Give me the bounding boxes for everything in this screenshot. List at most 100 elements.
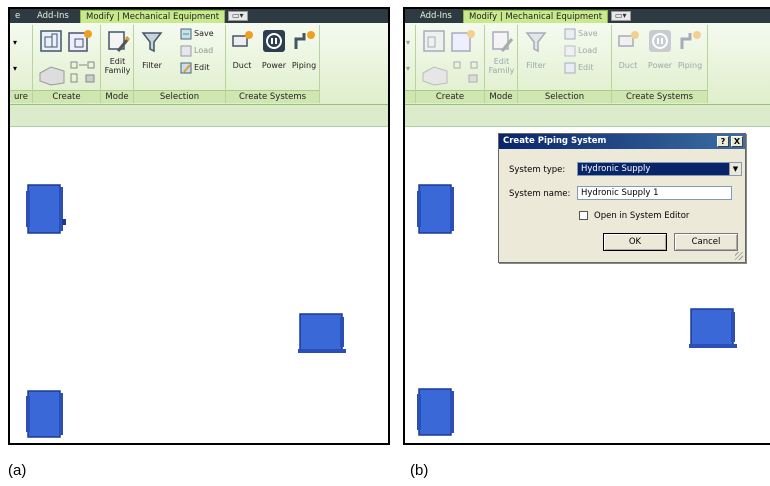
load-selection-icon [180, 45, 192, 57]
piping-button[interactable]: Piping [288, 61, 320, 70]
ok-button[interactable]: OK [603, 233, 667, 251]
power-system-icon [263, 30, 285, 52]
caption-a: (a) [8, 462, 27, 479]
tab-add-ins[interactable]: Add-Ins [32, 10, 74, 23]
system-name-label: System name: [509, 189, 571, 199]
group-mode: Edit Family Mode [485, 25, 518, 103]
dialog-title: Create Piping System [503, 136, 607, 146]
close-button[interactable]: X [731, 136, 743, 147]
ribbon-tab-bar: Add-Ins Modify | Mechanical Equipment ▭▾ [405, 9, 770, 23]
filter-button: Filter [526, 61, 546, 70]
duct-button: Duct [618, 61, 638, 70]
edit-selection-button[interactable]: Edit [194, 63, 210, 72]
options-bar [405, 105, 770, 127]
create-parts-icon[interactable] [37, 63, 67, 87]
piping-system-icon [680, 31, 701, 49]
edit-family-label-1: Edit [493, 57, 510, 66]
system-type-value: Hydronic Supply [581, 164, 651, 174]
chevron-down-icon[interactable]: ▼ [729, 163, 741, 175]
filter-button[interactable]: Filter [134, 61, 170, 70]
dropdown-arrows-icon[interactable]: ▾▾ [12, 37, 22, 77]
open-in-system-editor-label: Open in System Editor [594, 211, 690, 221]
group-label-create: Create [33, 90, 100, 103]
tab-modify-mechanical-equipment[interactable]: Modify | Mechanical Equipment [463, 10, 609, 23]
edit-family-icon [492, 31, 514, 52]
dropdown-arrows-icon: ▾▾ [406, 38, 410, 73]
load-selection-button: Load [578, 46, 598, 55]
group-create-systems: Duct Power Piping Create Systems [226, 25, 320, 103]
tab-add-ins[interactable]: Add-Ins [415, 10, 457, 23]
filter-icon [525, 32, 547, 53]
group-label-mode: Mode [485, 90, 517, 103]
tab-previous[interactable]: e [10, 10, 25, 23]
create-similar-icon[interactable] [39, 29, 63, 53]
group-create-systems: Duct Power Piping Create Systems [612, 25, 708, 103]
group-mode: Edit Family Mode [101, 25, 134, 103]
load-selection-button[interactable]: Load [194, 46, 213, 55]
caption-b: (b) [410, 462, 429, 479]
drawing-canvas[interactable] [10, 128, 388, 443]
ribbon-panel: ▾ ▾ ure Create Edit Family Mode Filter Sa… [10, 23, 388, 105]
edit-family-label-2: Family [488, 66, 515, 75]
dialog-title-bar[interactable]: Create Piping System ? X [499, 134, 745, 149]
mechanical-equipment-unit[interactable] [296, 311, 348, 355]
options-bar [10, 105, 388, 127]
edit-family-icon [108, 31, 130, 52]
svg-text:▾: ▾ [13, 64, 17, 73]
duct-button[interactable]: Duct [226, 61, 258, 70]
mechanical-equipment-unit[interactable] [24, 183, 68, 237]
group-label-selection: Selection [134, 90, 225, 103]
group-label-mode: Mode [101, 90, 133, 103]
filter-icon [141, 32, 163, 53]
svg-text:▾: ▾ [406, 64, 410, 73]
group-structure: ▾ ▾ [405, 25, 416, 103]
load-selection-icon [564, 45, 576, 57]
create-group-icon[interactable] [67, 29, 93, 53]
create-assembly-icon[interactable] [69, 59, 97, 85]
resize-grip-icon[interactable] [735, 252, 743, 260]
revit-window-b: Add-Ins Modify | Mechanical Equipment ▭▾… [403, 7, 770, 445]
group-create: Create [33, 25, 101, 103]
help-button[interactable]: ? [717, 136, 729, 147]
system-type-select[interactable]: Hydronic Supply ▼ [577, 162, 742, 176]
mechanical-equipment-unit[interactable] [24, 388, 68, 440]
power-button[interactable]: Power [258, 61, 290, 70]
edit-family-button[interactable]: Edit Family [101, 57, 134, 75]
mechanical-equipment-unit[interactable] [415, 183, 459, 237]
create-piping-system-dialog: Create Piping System ? X System type: Hy… [498, 133, 746, 263]
power-button: Power [647, 61, 673, 70]
group-label-create: Create [416, 90, 484, 103]
save-selection-button[interactable]: Save [194, 29, 214, 38]
group-label-selection: Selection [518, 90, 611, 103]
mechanical-equipment-unit[interactable] [415, 386, 459, 438]
group-label-structure [405, 90, 415, 103]
piping-button: Piping [677, 61, 703, 70]
create-similar-icon [423, 30, 445, 52]
open-in-system-editor-checkbox[interactable] [579, 211, 588, 220]
system-type-label: System type: [509, 165, 566, 175]
mechanical-equipment-unit[interactable] [687, 306, 739, 350]
group-label-create-systems: Create Systems [612, 90, 707, 103]
duct-system-icon [618, 31, 639, 47]
edit-selection-button: Edit [578, 63, 594, 72]
cancel-button[interactable]: Cancel [674, 233, 738, 251]
edit-selection-icon [564, 62, 576, 74]
create-group-icon [451, 30, 475, 52]
edit-selection-icon [180, 62, 192, 74]
edit-family-label-2: Family [104, 66, 131, 75]
ribbon-tab-bar: e Add-Ins Modify | Mechanical Equipment … [10, 9, 388, 23]
save-selection-button: Save [578, 29, 598, 38]
group-selection: Filter Save Load Edit Selection [518, 25, 612, 103]
group-label-structure: ure [10, 90, 32, 103]
group-structure: ▾ ▾ ure [10, 25, 33, 103]
save-selection-icon [180, 28, 192, 40]
tab-modify-mechanical-equipment[interactable]: Modify | Mechanical Equipment [80, 10, 226, 23]
quick-access-dropdown[interactable]: ▭▾ [611, 11, 631, 21]
quick-access-dropdown[interactable]: ▭▾ [228, 11, 248, 21]
create-parts-icon [422, 66, 448, 86]
save-selection-icon [564, 28, 576, 40]
create-assembly-icon [453, 61, 478, 83]
system-name-input[interactable]: Hydronic Supply 1 [577, 186, 732, 200]
power-system-icon [649, 30, 671, 52]
edit-family-button: Edit Family [485, 57, 518, 75]
